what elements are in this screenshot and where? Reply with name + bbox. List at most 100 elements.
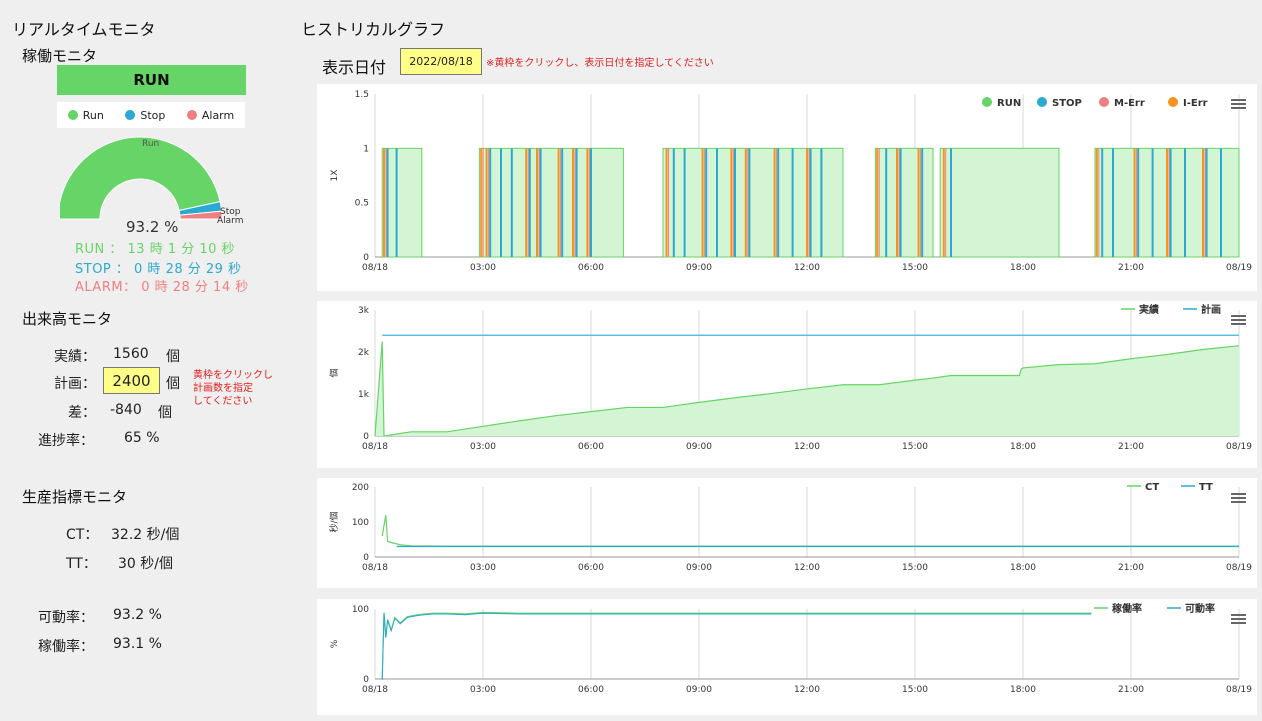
legend-run-label: Run — [82, 108, 104, 122]
x-tick-label: 06:00 — [578, 442, 604, 452]
x-tick-label: 21:00 — [1118, 563, 1144, 573]
plan-hint-line: 計画数を指定 — [193, 383, 253, 394]
legend-marker — [1037, 97, 1047, 107]
y-axis-label: 1X — [330, 170, 340, 182]
legend-marker — [982, 97, 992, 107]
rate-chart-panel: 08/18 03:00 06:00 09:00 12:00 15:00 18:00 21:00… — [317, 599, 1257, 715]
legend-stop-label: Stop — [140, 108, 166, 122]
legend-stop[interactable]: Stop — [125, 109, 165, 122]
x-tick-label: 09:00 — [686, 263, 712, 273]
x-tick-label: 03:00 — [470, 263, 496, 273]
historical-title: ヒストリカルグラフ — [301, 20, 446, 39]
operating-rate-value: 93.1 % — [113, 636, 162, 652]
legend-alarm-dot — [186, 110, 197, 120]
x-tick-label: 08/18 — [362, 442, 388, 452]
legend-label: RUN — [997, 98, 1021, 109]
plan-hint-line: 黄枠をクリックし — [193, 370, 273, 381]
gauge-run-label: Run — [142, 139, 159, 149]
legend-alarm-label: Alarm — [201, 108, 235, 122]
progress-value: 65 % — [124, 430, 160, 446]
y-tick-label: 0 — [363, 432, 369, 442]
x-tick-label: 09:00 — [686, 442, 712, 452]
y-tick-label: 3k — [358, 306, 370, 316]
status-chart-panel: 08/18 03:00 06:00 09:00 12:00 15:00 18:00 21:00… — [317, 84, 1257, 291]
availability-label: 可動率： — [38, 610, 94, 626]
y-tick-label: 1 — [363, 144, 369, 154]
plan-unit: 個 — [166, 376, 180, 392]
x-tick-label: 03:00 — [470, 685, 496, 695]
x-tick-label: 08/18 — [362, 263, 388, 273]
x-tick-label: 08/19 — [1226, 442, 1252, 452]
y-tick-label: 1k — [358, 390, 370, 400]
x-tick-label: 03:00 — [470, 442, 496, 452]
x-tick-label: 06:00 — [578, 263, 604, 273]
x-tick-label: 15:00 — [902, 563, 928, 573]
gauge-legend: Run Stop Alarm — [57, 102, 245, 128]
y-axis-label: % — [330, 639, 340, 648]
legend-run-dot — [67, 110, 78, 120]
y-axis-label: 個 — [328, 368, 340, 377]
diff-unit: 個 — [158, 405, 172, 421]
availability-value: 93.2 % — [113, 607, 162, 623]
chart-menu-icon[interactable] — [1231, 614, 1246, 625]
date-hint: ※黄枠をクリックし、表示日付を指定してください — [486, 58, 714, 69]
date-input[interactable]: 2022/08/18 — [400, 48, 482, 75]
run-interval-bar — [939, 147, 1060, 258]
x-tick-label: 15:00 — [902, 442, 928, 452]
y-tick-label: 200 — [352, 483, 369, 493]
operation-gauge: Run Stop Alarm — [60, 136, 243, 226]
diff-label: 差： — [68, 405, 96, 421]
x-tick-label: 21:00 — [1118, 263, 1144, 273]
legend-label: TT — [1199, 482, 1213, 493]
tt-value: 30 秒/個 — [118, 556, 173, 572]
progress-label: 進捗率： — [38, 433, 94, 449]
y-tick-label: 100 — [352, 518, 369, 528]
legend-alarm[interactable]: Alarm — [186, 108, 235, 122]
output-chart: 08/18 03:00 06:00 09:00 12:00 15:00 18:00 21:00… — [328, 303, 1252, 452]
y-tick-label: 0.5 — [355, 199, 369, 209]
y-tick-label: 100 — [352, 605, 369, 615]
ct-value: 32.2 秒/個 — [111, 527, 180, 543]
x-tick-label: 18:00 — [1010, 263, 1036, 273]
x-tick-label: 09:00 — [686, 563, 712, 573]
rate-chart: 08/18 03:00 06:00 09:00 12:00 15:00 18:00 21:00… — [330, 602, 1252, 695]
chart-menu-icon[interactable] — [1231, 315, 1246, 326]
plan-label: 計画： — [54, 376, 96, 392]
x-tick-label: 12:00 — [794, 442, 820, 452]
y-tick-label: 2k — [358, 348, 370, 358]
gauge-alarm-label: Alarm — [217, 216, 243, 226]
x-tick-label: 06:00 — [578, 563, 604, 573]
legend-label: 可動率 — [1185, 602, 1215, 615]
legend-marker — [1168, 97, 1178, 107]
chart-menu-icon[interactable] — [1231, 99, 1246, 110]
legend-run[interactable]: Run — [67, 108, 104, 122]
legend-label: 実績 — [1139, 303, 1159, 316]
operation-monitor-title: 稼働モニタ — [22, 47, 98, 65]
actual-label: 実績： — [54, 349, 96, 365]
x-tick-label: 08/19 — [1226, 685, 1252, 695]
date-label: 表示日付 — [322, 58, 387, 77]
x-tick-label: 08/18 — [362, 685, 388, 695]
x-tick-label: 08/18 — [362, 563, 388, 573]
y-tick-label: 0 — [363, 675, 369, 685]
plan-input[interactable]: 2400 — [103, 367, 160, 394]
x-tick-label: 09:00 — [686, 685, 712, 695]
y-tick-label: 0 — [363, 253, 369, 263]
plan-hint: 黄枠をクリックし 計画数を指定 してください — [193, 369, 273, 408]
x-tick-label: 18:00 — [1010, 685, 1036, 695]
output-chart-panel: 08/18 03:00 06:00 09:00 12:00 15:00 18:00 21:00… — [317, 301, 1257, 468]
chart-menu-icon[interactable] — [1231, 493, 1246, 504]
run-interval-bar — [662, 147, 844, 258]
index-monitor-title: 生産指標モニタ — [22, 488, 128, 506]
legend-marker — [1099, 97, 1109, 107]
x-tick-label: 21:00 — [1118, 685, 1144, 695]
legend-label: STOP — [1052, 98, 1082, 109]
y-tick-label: 1.5 — [355, 90, 369, 100]
actual-value: 1560 — [113, 346, 149, 362]
diff-value: -840 — [110, 402, 142, 418]
legend-label: M-Err — [1114, 98, 1145, 109]
x-tick-label: 08/19 — [1226, 263, 1252, 273]
x-tick-label: 12:00 — [794, 685, 820, 695]
x-tick-label: 08/19 — [1226, 563, 1252, 573]
ct-line — [381, 514, 1239, 547]
